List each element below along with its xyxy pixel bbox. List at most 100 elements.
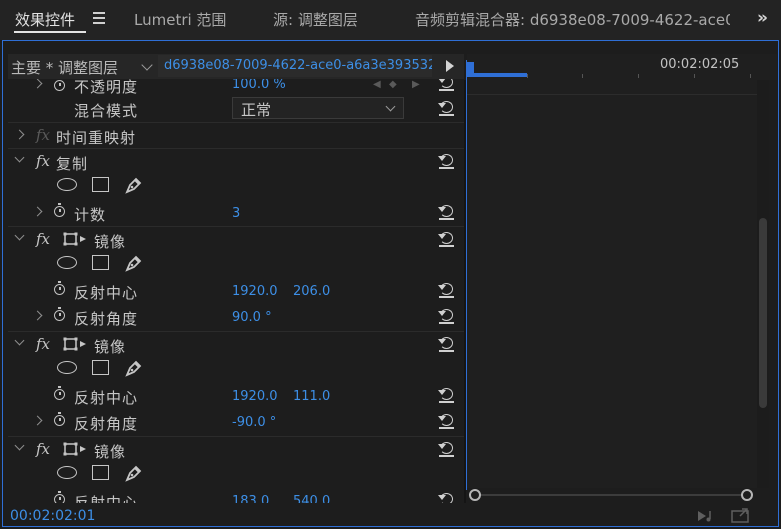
reflection-angle-value[interactable]: -90.0 ° — [232, 415, 276, 430]
panel-menu-icon[interactable] — [93, 12, 105, 24]
reset-icon[interactable] — [437, 231, 455, 247]
fx-icon[interactable]: fx — [36, 335, 50, 353]
rectangle-mask-icon[interactable] — [92, 177, 109, 192]
chevron-down-icon — [385, 101, 396, 112]
reset-icon[interactable] — [437, 79, 455, 91]
tab-audio-clip-mixer[interactable]: 音频剪辑混合器: d6938e08-7009-4622-ace0-a6 — [415, 9, 730, 30]
ellipse-mask-icon[interactable] — [57, 178, 77, 191]
master-clip-label[interactable]: 主要 * 调整图层 — [11, 57, 118, 78]
reset-icon[interactable] — [437, 413, 455, 429]
pen-mask-icon[interactable] — [124, 463, 144, 483]
stopwatch-icon[interactable] — [54, 80, 65, 91]
replicate-label: 复制 — [56, 155, 89, 173]
rectangle-mask-icon[interactable] — [92, 465, 109, 480]
ellipse-mask-icon[interactable] — [57, 361, 77, 374]
previous-keyframe-icon[interactable]: ◀ — [373, 79, 381, 90]
transform-icon[interactable] — [63, 337, 89, 351]
mirror-label: 镜像 — [94, 233, 127, 251]
transform-icon[interactable] — [63, 442, 89, 456]
ruler-tick — [582, 74, 583, 78]
reset-icon[interactable] — [437, 153, 455, 169]
stopwatch-icon[interactable] — [54, 203, 65, 217]
keyframe-timeline-area[interactable] — [467, 80, 757, 488]
reflection-center-y[interactable]: 111.0 — [293, 389, 330, 404]
reset-icon[interactable] — [437, 282, 455, 298]
reflection-center-label: 反射中心 — [74, 494, 139, 503]
stopwatch-icon[interactable] — [54, 307, 65, 321]
chevron-down-icon[interactable] — [14, 230, 25, 241]
reflection-center-y[interactable]: 206.0 — [293, 284, 330, 299]
pen-mask-icon[interactable] — [124, 175, 144, 195]
stopwatch-icon[interactable] — [54, 412, 65, 426]
fx-icon[interactable]: fx — [36, 126, 50, 144]
horizontal-zoom-track[interactable] — [478, 494, 748, 496]
fx-icon[interactable]: fx — [36, 230, 50, 248]
pen-mask-icon[interactable] — [124, 253, 144, 273]
mirror-effect-row[interactable]: fx 镜像 — [8, 331, 464, 358]
reflection-angle-label: 反射角度 — [74, 310, 139, 328]
ellipse-mask-icon[interactable] — [57, 256, 77, 269]
zoom-handle-right[interactable] — [741, 489, 753, 501]
rectangle-mask-icon[interactable] — [92, 360, 109, 375]
stopwatch-icon[interactable] — [54, 491, 65, 503]
reset-icon[interactable] — [437, 492, 455, 503]
opacity-value[interactable]: 100.0 % — [232, 79, 286, 92]
fx-icon[interactable]: fx — [36, 440, 50, 458]
transform-icon[interactable] — [63, 232, 89, 246]
chevron-right-icon[interactable] — [32, 415, 43, 426]
reflection-center-y[interactable]: 540.0 — [293, 494, 330, 503]
ruler-tick — [750, 74, 751, 78]
blend-mode-dropdown[interactable]: 正常 — [232, 97, 404, 119]
rectangle-mask-icon[interactable] — [92, 255, 109, 270]
time-remap-row[interactable]: fx 时间重映射 — [8, 122, 464, 149]
time-remap-label: 时间重映射 — [56, 129, 137, 147]
tab-source[interactable]: 源: 调整图层 — [273, 9, 358, 30]
reset-icon[interactable] — [437, 387, 455, 403]
tab-effect-controls[interactable]: 效果控件 — [15, 9, 75, 30]
zoom-handle-left[interactable] — [469, 489, 481, 501]
reset-icon[interactable] — [437, 100, 455, 116]
play-icon[interactable] — [446, 60, 454, 72]
mirror-effect-row[interactable]: fx 镜像 — [8, 226, 464, 253]
blend-mode-value: 正常 — [241, 101, 272, 119]
reset-icon[interactable] — [437, 204, 455, 220]
chevron-down-icon[interactable] — [14, 152, 25, 163]
stopwatch-icon[interactable] — [54, 386, 65, 400]
chevron-right-icon[interactable] — [32, 310, 43, 321]
count-value[interactable]: 3 — [232, 206, 240, 221]
playhead[interactable] — [466, 60, 467, 490]
column-divider[interactable] — [464, 80, 466, 503]
pen-mask-icon[interactable] — [124, 358, 144, 378]
chevron-right-icon[interactable] — [32, 79, 43, 89]
tab-lumetri-scopes[interactable]: Lumetri 范围 — [134, 9, 226, 30]
reset-icon[interactable] — [437, 441, 455, 457]
clip-range-bar[interactable] — [474, 73, 527, 77]
reset-icon[interactable] — [437, 308, 455, 324]
chevron-right-icon[interactable] — [14, 129, 25, 140]
sequence-clip-selector[interactable]: d6938e08-7009-4622-ace0-a6a3e393532... — [158, 55, 432, 77]
fx-icon[interactable]: fx — [36, 152, 50, 170]
reflection-center-x[interactable]: 1920.0 — [232, 389, 278, 404]
stopwatch-icon[interactable] — [54, 281, 65, 295]
audio-scrub-icon[interactable] — [697, 509, 715, 523]
chevron-right-icon[interactable] — [32, 206, 43, 217]
vertical-scroll-thumb[interactable] — [759, 218, 767, 408]
reflection-center-x[interactable]: 1920.0 — [232, 284, 278, 299]
chevron-down-icon[interactable] — [14, 440, 25, 451]
reflection-angle-value[interactable]: 90.0 ° — [232, 310, 272, 325]
current-time-display[interactable]: 00:02:02:01 — [10, 508, 95, 524]
opacity-label: 不透明度 — [74, 79, 139, 96]
next-keyframe-icon[interactable]: ▶ — [412, 79, 420, 90]
tab-overflow-icon[interactable]: » — [757, 8, 768, 28]
mirror-effect-row[interactable]: fx 镜像 — [8, 436, 464, 463]
in-point-marker[interactable] — [467, 62, 474, 77]
reflection-center-x[interactable]: 183.0 — [232, 494, 269, 503]
effect-property-list: 不透明度 100.0 % ◀ ◆ ▶ 混合模式 正常 fx 时间重映射 fx 复… — [8, 79, 464, 503]
reset-icon[interactable] — [437, 336, 455, 352]
export-frame-icon[interactable] — [731, 507, 751, 523]
replicate-effect-row[interactable]: fx 复制 — [8, 148, 464, 175]
add-keyframe-icon[interactable]: ◆ — [389, 79, 397, 90]
chevron-down-icon[interactable] — [14, 335, 25, 346]
ellipse-mask-icon[interactable] — [57, 466, 77, 479]
count-label: 计数 — [74, 206, 107, 224]
